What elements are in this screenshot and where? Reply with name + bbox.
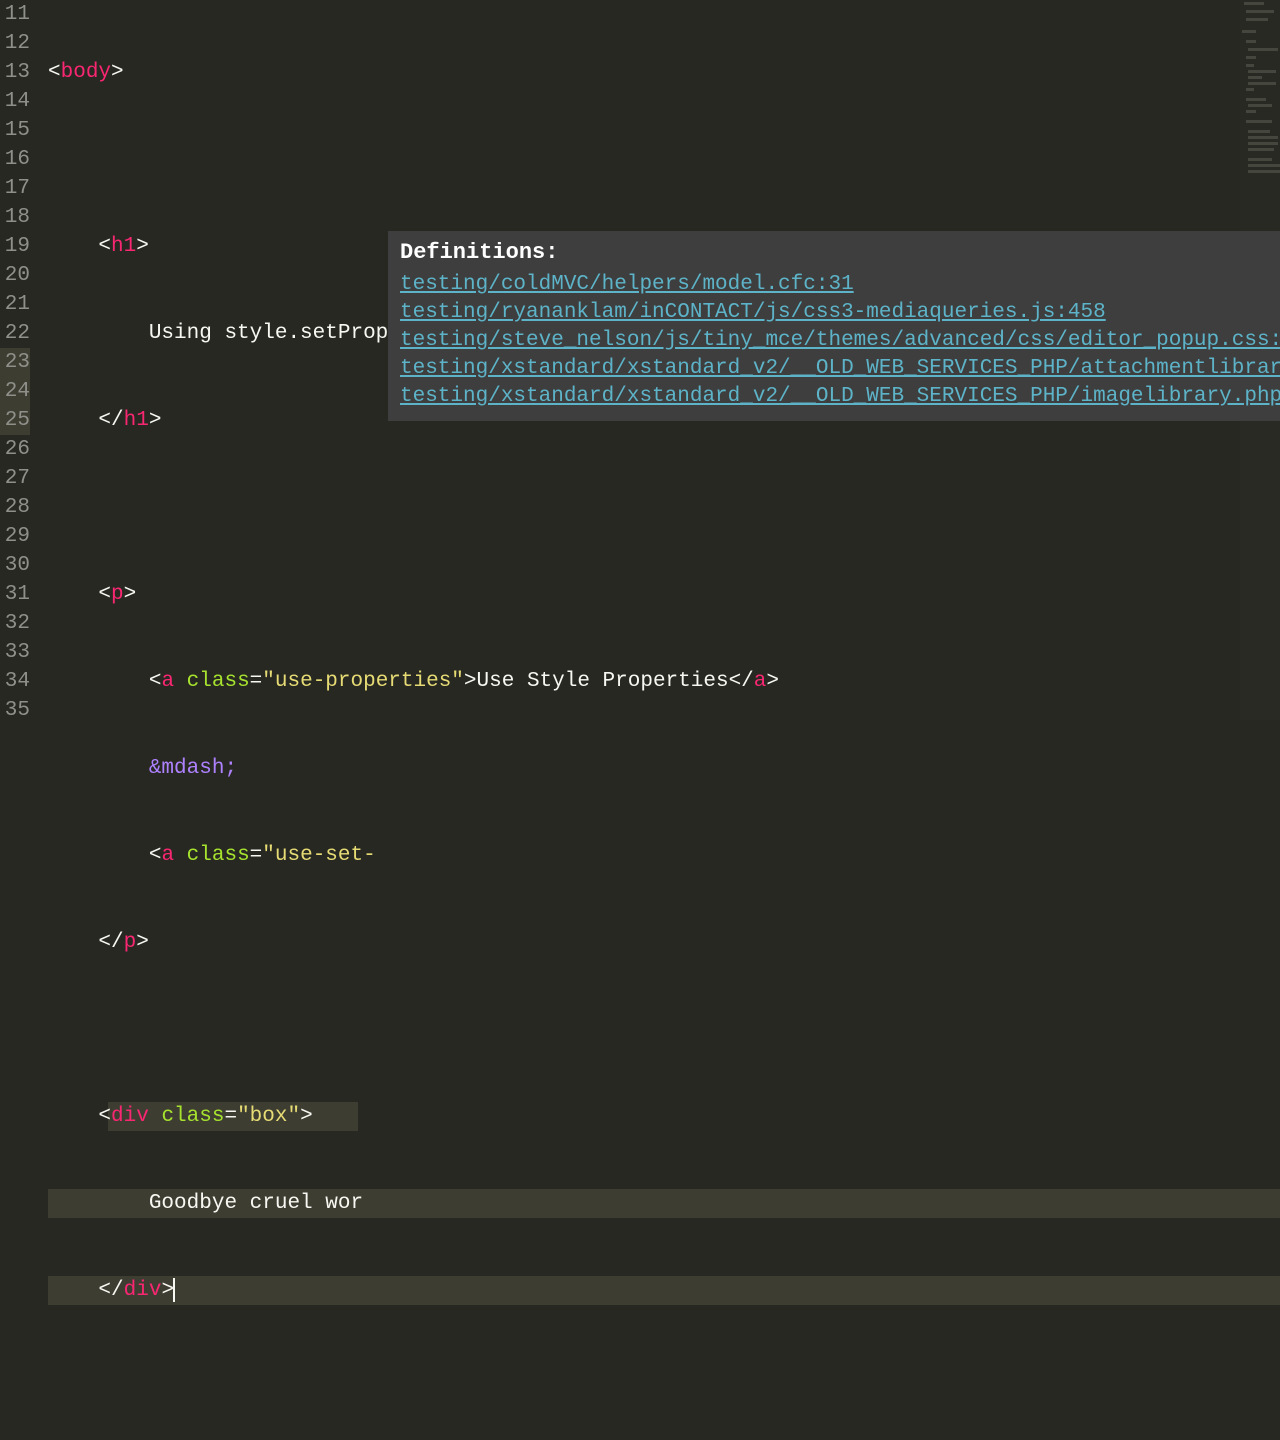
code-line[interactable]: [48, 493, 1280, 522]
tag-h1-close: h1: [124, 409, 149, 432]
code-line[interactable]: [48, 1015, 1280, 1044]
code-line[interactable]: <div class="box">: [48, 1102, 1280, 1131]
html-entity: &mdash;: [149, 757, 237, 780]
line-number: 28: [0, 493, 30, 522]
definition-link[interactable]: testing/steve_nelson/js/tiny_mce/themes/…: [400, 327, 1280, 355]
attr-class: class: [187, 844, 250, 867]
line-number: 27: [0, 464, 30, 493]
line-number-gutter: 11 12 13 14 15 16 17 18 19 20 21 22 23 2…: [0, 0, 48, 720]
line-number: 29: [0, 522, 30, 551]
definition-link[interactable]: testing/ryananklam/inCONTACT/js/css3-med…: [400, 299, 1280, 327]
tag-p: p: [111, 583, 124, 606]
tag-body: body: [61, 61, 111, 84]
line-number: 12: [0, 29, 30, 58]
line-number: 24: [0, 377, 30, 406]
line-number: 19: [0, 232, 30, 261]
attr-value: "box": [237, 1105, 300, 1128]
tag-p-close: p: [124, 931, 137, 954]
attr-class: class: [187, 670, 250, 693]
line-number: 22: [0, 319, 30, 348]
code-line[interactable]: Goodbye cruel wor: [48, 1189, 1280, 1218]
code-line[interactable]: [48, 1363, 1280, 1392]
code-line[interactable]: [48, 145, 1280, 174]
definitions-popup: Definitions: testing/coldMVC/helpers/mod…: [388, 231, 1280, 421]
line-number: 30: [0, 551, 30, 580]
definition-link[interactable]: testing/xstandard/xstandard_v2/__OLD_WEB…: [400, 383, 1280, 411]
attr-value: "use-properties": [262, 670, 464, 693]
text-content: Use Style Properties: [477, 670, 729, 693]
code-line[interactable]: <a class="use-set-: [48, 841, 1280, 870]
line-number: 21: [0, 290, 30, 319]
line-number: 34: [0, 667, 30, 696]
line-number: 25: [0, 406, 30, 435]
code-line[interactable]: <body>: [48, 58, 1280, 87]
tag-div-close: div: [124, 1279, 162, 1302]
definition-link[interactable]: testing/coldMVC/helpers/model.cfc:31: [400, 271, 1280, 299]
line-number: 31: [0, 580, 30, 609]
code-editor[interactable]: 11 12 13 14 15 16 17 18 19 20 21 22 23 2…: [0, 0, 1280, 720]
code-line[interactable]: </p>: [48, 928, 1280, 957]
line-number: 15: [0, 116, 30, 145]
line-number: 33: [0, 638, 30, 667]
line-number: 11: [0, 0, 30, 29]
definition-link[interactable]: testing/xstandard/xstandard_v2/__OLD_WEB…: [400, 355, 1280, 383]
text-cursor: [173, 1278, 175, 1302]
code-line[interactable]: &mdash;: [48, 754, 1280, 783]
line-number: 23: [0, 348, 30, 377]
tag-a: a: [161, 670, 174, 693]
line-number: 17: [0, 174, 30, 203]
attr-value: "use-set-: [262, 844, 375, 867]
line-number: 14: [0, 87, 30, 116]
text-content: Goodbye cruel wor: [149, 1192, 363, 1215]
line-number: 18: [0, 203, 30, 232]
line-number: 16: [0, 145, 30, 174]
line-number: 26: [0, 435, 30, 464]
line-number: 20: [0, 261, 30, 290]
attr-class: class: [161, 1105, 224, 1128]
tag-h1: h1: [111, 235, 136, 258]
code-line[interactable]: <p>: [48, 580, 1280, 609]
line-number: 35: [0, 696, 30, 725]
line-number: 32: [0, 609, 30, 638]
tag-div: div: [111, 1105, 149, 1128]
tag-a: a: [161, 844, 174, 867]
line-number: 13: [0, 58, 30, 87]
popup-title: Definitions:: [400, 239, 1280, 267]
tag-a-close: a: [754, 670, 767, 693]
code-line[interactable]: <a class="use-properties">Use Style Prop…: [48, 667, 1280, 696]
code-line[interactable]: </div>: [48, 1276, 1280, 1305]
